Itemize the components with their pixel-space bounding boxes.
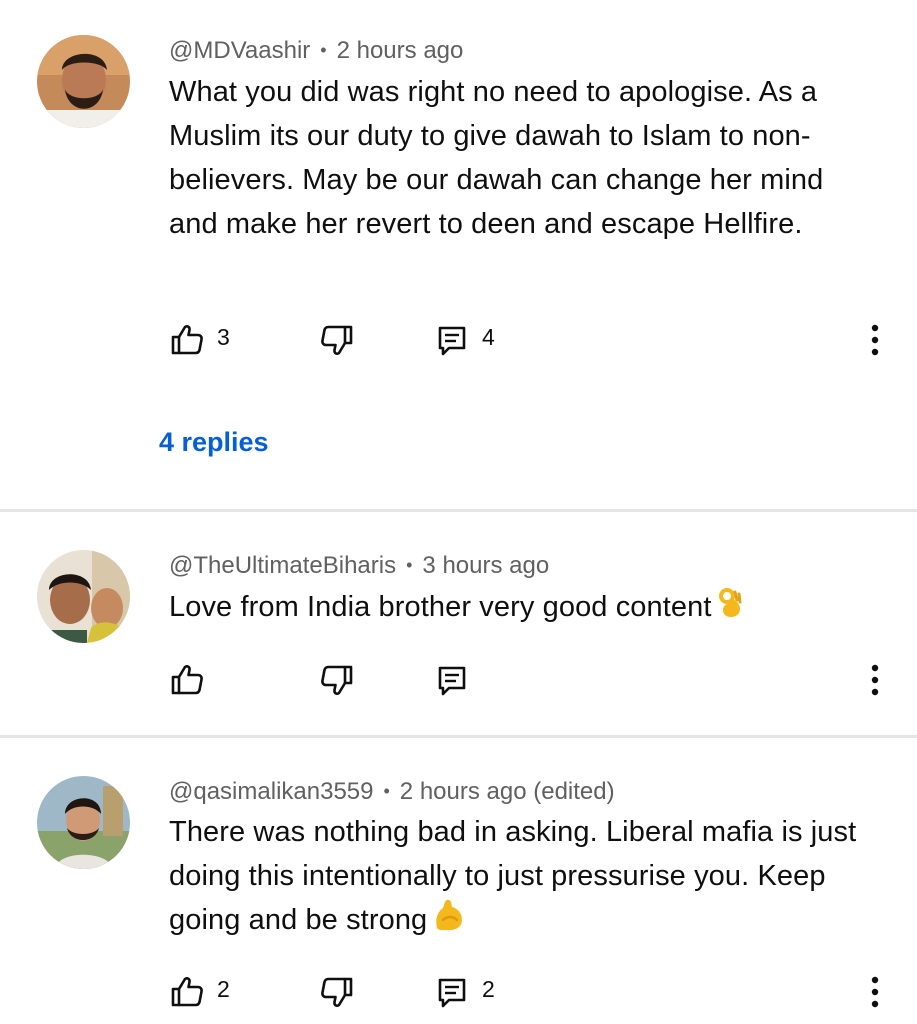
- reply-icon: [434, 322, 470, 358]
- thumbs-down-icon: [319, 662, 355, 698]
- divider: [0, 735, 917, 738]
- more-vert-icon: [870, 974, 880, 1010]
- comment-author[interactable]: @TheUltimateBiharis: [169, 552, 396, 579]
- comment-text-body: Love from India brother very good conten…: [169, 591, 712, 623]
- divider: [0, 509, 917, 512]
- more-options-button[interactable]: [860, 318, 890, 362]
- reply-count: 2: [482, 975, 495, 1002]
- reply-count: 4: [482, 323, 495, 350]
- comment-author[interactable]: @qasimalikan3559: [169, 778, 373, 805]
- flexed-biceps-emoji: [433, 898, 465, 945]
- reply-icon: [434, 974, 470, 1010]
- reply-button[interactable]: 2: [434, 970, 495, 1014]
- avatar[interactable]: [37, 550, 130, 643]
- comment-meta: @qasimalikan3559 • 2 hours ago (edited): [169, 777, 615, 808]
- thumbs-up-icon: [169, 974, 205, 1010]
- comment-meta: @MDVaashir • 2 hours ago: [169, 36, 463, 67]
- thumbs-down-icon: [319, 322, 355, 358]
- reply-button[interactable]: [434, 658, 482, 702]
- thumbs-up-icon: [169, 662, 205, 698]
- view-replies-link[interactable]: 4 replies: [159, 427, 269, 458]
- like-count: 2: [217, 975, 230, 1002]
- like-button[interactable]: 3: [169, 318, 230, 362]
- comment-text-body: There was nothing bad in asking. Liberal…: [169, 816, 857, 937]
- dislike-button[interactable]: [319, 318, 355, 362]
- reply-button[interactable]: 4: [434, 318, 495, 362]
- comment-text: Love from India brother very good conten…: [169, 585, 849, 631]
- comment-time: 2 hours ago (edited): [399, 778, 615, 805]
- comment-author[interactable]: @MDVaashir: [169, 37, 310, 64]
- more-vert-icon: [870, 322, 880, 358]
- reply-icon: [434, 662, 470, 698]
- comment-actions: [0, 658, 917, 702]
- comment-actions: 3 4: [0, 318, 917, 362]
- dislike-button[interactable]: [319, 658, 355, 702]
- comment-text: What you did was right no need to apolog…: [169, 76, 824, 240]
- comment-time: 2 hours ago: [336, 37, 464, 64]
- like-count: 3: [217, 323, 230, 350]
- avatar[interactable]: [37, 776, 130, 869]
- comment-meta: @TheUltimateBiharis • 3 hours ago: [169, 551, 549, 582]
- avatar[interactable]: [37, 35, 130, 128]
- like-button[interactable]: [169, 658, 217, 702]
- more-options-button[interactable]: [860, 658, 890, 702]
- meta-separator: •: [406, 555, 413, 575]
- comment-text: There was nothing bad in asking. Liberal…: [169, 810, 889, 945]
- comment-actions: 2 2: [0, 970, 917, 1014]
- thumbs-down-icon: [319, 974, 355, 1010]
- ok-hand-emoji: [718, 586, 744, 631]
- thumbs-up-icon: [169, 322, 205, 358]
- more-vert-icon: [870, 662, 880, 698]
- meta-separator: •: [383, 781, 390, 801]
- like-button[interactable]: 2: [169, 970, 230, 1014]
- dislike-button[interactable]: [319, 970, 355, 1014]
- comment-time: 3 hours ago: [422, 552, 550, 579]
- more-options-button[interactable]: [860, 970, 890, 1014]
- meta-separator: •: [320, 40, 327, 60]
